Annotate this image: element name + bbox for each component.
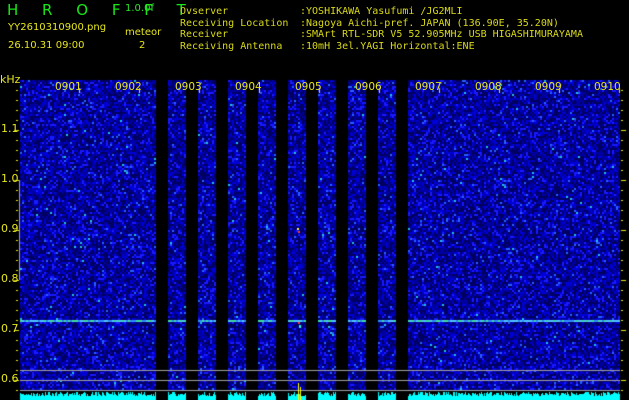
datetime-label: 26.10.31 09:00: [8, 40, 85, 51]
time-label: 0902: [115, 81, 142, 93]
y-tick-label: 0.9: [1, 222, 19, 235]
station-info: Ovserver:YOSHIKAWA Yasufumi /JG2MLI Rece…: [180, 6, 583, 52]
y-tick-label: 1.0: [1, 172, 19, 185]
time-label: 0905: [295, 81, 322, 93]
filename-label: YY2610310900.png: [8, 22, 107, 33]
y-tick-label: 0.7: [1, 322, 19, 335]
time-label: 0901: [55, 81, 82, 93]
info-row-observer: Ovserver:YOSHIKAWA Yasufumi /JG2MLI: [180, 6, 463, 17]
y-axis-unit: kHz: [0, 73, 21, 86]
info-row-receiver: Receiver:SMArt RTL-SDR V5 52.905MHz USB …: [180, 29, 583, 40]
y-tick-label: 0.8: [1, 272, 19, 285]
info-row-location: Receiving Location:Nagoya Aichi-pref. JA…: [180, 17, 559, 29]
spectrogram-canvas: [0, 0, 629, 400]
time-label: 0904: [235, 81, 262, 93]
app-title: H R O F F T: [7, 1, 196, 19]
meteor-label: meteor: [125, 27, 162, 38]
time-label: 0903: [175, 81, 202, 93]
time-label: 0906: [355, 81, 382, 93]
time-label: 0908: [475, 81, 502, 93]
version-label: 1.0.0f: [125, 3, 154, 14]
y-tick-label: 0.6: [1, 372, 19, 385]
time-label: 0909: [535, 81, 562, 93]
time-label: 0907: [415, 81, 442, 93]
meteor-count: 2: [139, 40, 146, 51]
info-row-antenna: Receiving Antenna:10mH 3el.YAGI Horizont…: [180, 40, 475, 52]
time-label: 0910: [594, 81, 621, 93]
y-tick-label: 1.1: [1, 122, 19, 135]
